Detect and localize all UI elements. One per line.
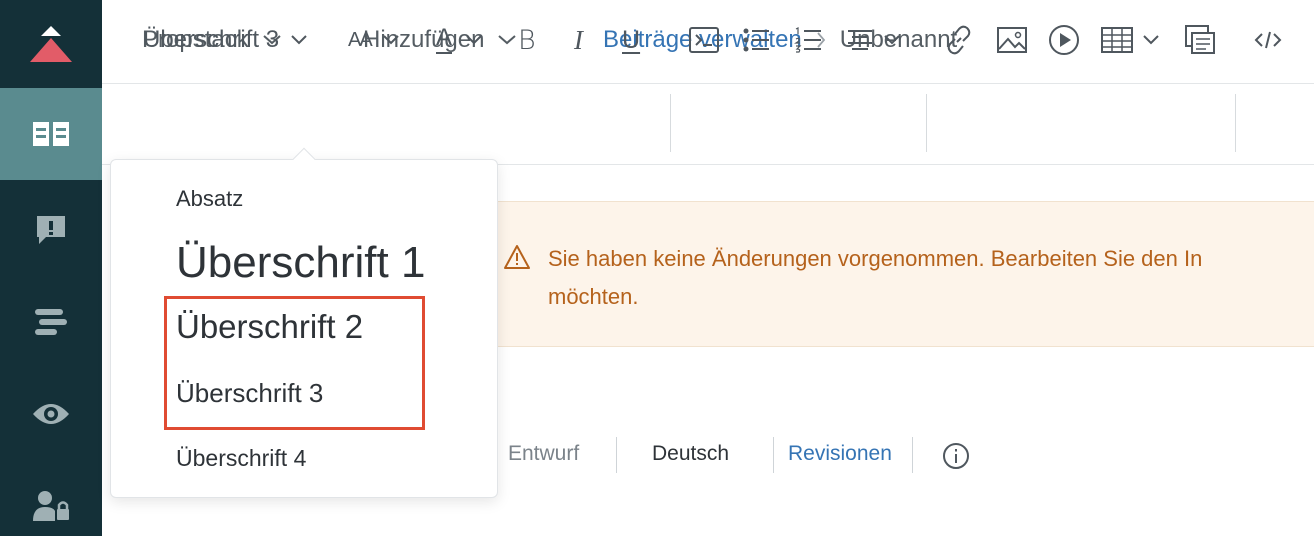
status-label: Entwurf — [508, 442, 580, 465]
chevron-down-icon — [1143, 35, 1159, 45]
language-label[interactable]: Deutsch — [652, 442, 729, 466]
eye-icon[interactable] — [0, 368, 102, 460]
chevron-down-icon — [884, 35, 900, 45]
toolbar-divider — [670, 94, 671, 152]
sidebar — [0, 0, 102, 536]
bullet-list-button[interactable] — [742, 0, 770, 80]
chevron-down-icon — [498, 35, 517, 45]
font-size-icon: AA — [348, 28, 373, 51]
option-paragraph[interactable]: Absatz — [176, 186, 243, 212]
heading-select-value: Überschrift 3 — [143, 26, 280, 53]
font-color-button[interactable]: A — [436, 0, 482, 80]
code-icon — [1254, 31, 1282, 49]
play-circle-icon — [1049, 25, 1079, 55]
layout-icon[interactable] — [0, 276, 102, 368]
warning-line-2: möchten. — [548, 284, 639, 309]
logo-icon[interactable] — [0, 0, 102, 88]
option-heading-4[interactable]: Überschrift 4 — [176, 445, 306, 472]
link-button[interactable] — [944, 0, 974, 80]
alert-icon[interactable] — [0, 184, 102, 276]
image-icon — [997, 27, 1027, 53]
table-icon — [1101, 27, 1133, 53]
chevron-down-icon — [466, 35, 482, 45]
italic-button[interactable]: I — [574, 0, 583, 80]
numbered-list-icon — [794, 27, 821, 53]
toolbar-divider — [926, 94, 927, 152]
italic-icon: I — [574, 24, 583, 55]
bullet-list-icon — [743, 28, 769, 52]
revisions-link[interactable]: Revisionen — [788, 442, 892, 466]
warning-message: Sie haben keine Änderungen vorgenommen. … — [548, 240, 1314, 316]
font-color-icon: A — [436, 26, 453, 54]
breadcrumb: Beiträge verwalten Unbenannt — [603, 26, 957, 54]
source-code-button[interactable] — [1254, 0, 1282, 80]
bold-button[interactable]: B — [518, 0, 536, 80]
align-center-icon — [848, 30, 872, 50]
numbered-list-button[interactable] — [794, 0, 822, 80]
table-button[interactable] — [1101, 0, 1159, 80]
warning-icon — [504, 245, 530, 269]
warning-line-1: Sie haben keine Änderungen vorgenommen. … — [548, 246, 1203, 271]
toolbar-divider — [1235, 94, 1236, 152]
chevron-down-icon — [382, 35, 399, 45]
chevron-down-icon — [291, 35, 307, 45]
link-icon — [947, 25, 971, 55]
info-icon[interactable] — [942, 442, 970, 470]
code-block-button[interactable] — [688, 0, 720, 80]
insert-content-button[interactable] — [1184, 0, 1216, 80]
content-blocks-icon — [1185, 25, 1215, 54]
posts-icon[interactable] — [0, 88, 102, 180]
code-block-icon — [689, 27, 719, 53]
editor-toolbar — [102, 85, 1314, 165]
font-size-button[interactable]: AA — [348, 0, 399, 80]
meta-divider — [773, 437, 774, 473]
highlight-box — [164, 296, 425, 430]
user-lock-icon[interactable] — [0, 460, 102, 552]
meta-divider — [616, 437, 617, 473]
media-button[interactable] — [1048, 0, 1080, 80]
image-button[interactable] — [997, 0, 1027, 80]
bold-icon: B — [518, 24, 536, 56]
underline-button[interactable]: U — [622, 0, 640, 80]
underline-icon: U — [622, 25, 641, 54]
option-heading-1[interactable]: Überschrift 1 — [176, 238, 425, 288]
heading-select[interactable]: Überschrift 3 — [143, 0, 307, 80]
align-button[interactable] — [846, 0, 900, 80]
meta-divider — [912, 437, 913, 473]
